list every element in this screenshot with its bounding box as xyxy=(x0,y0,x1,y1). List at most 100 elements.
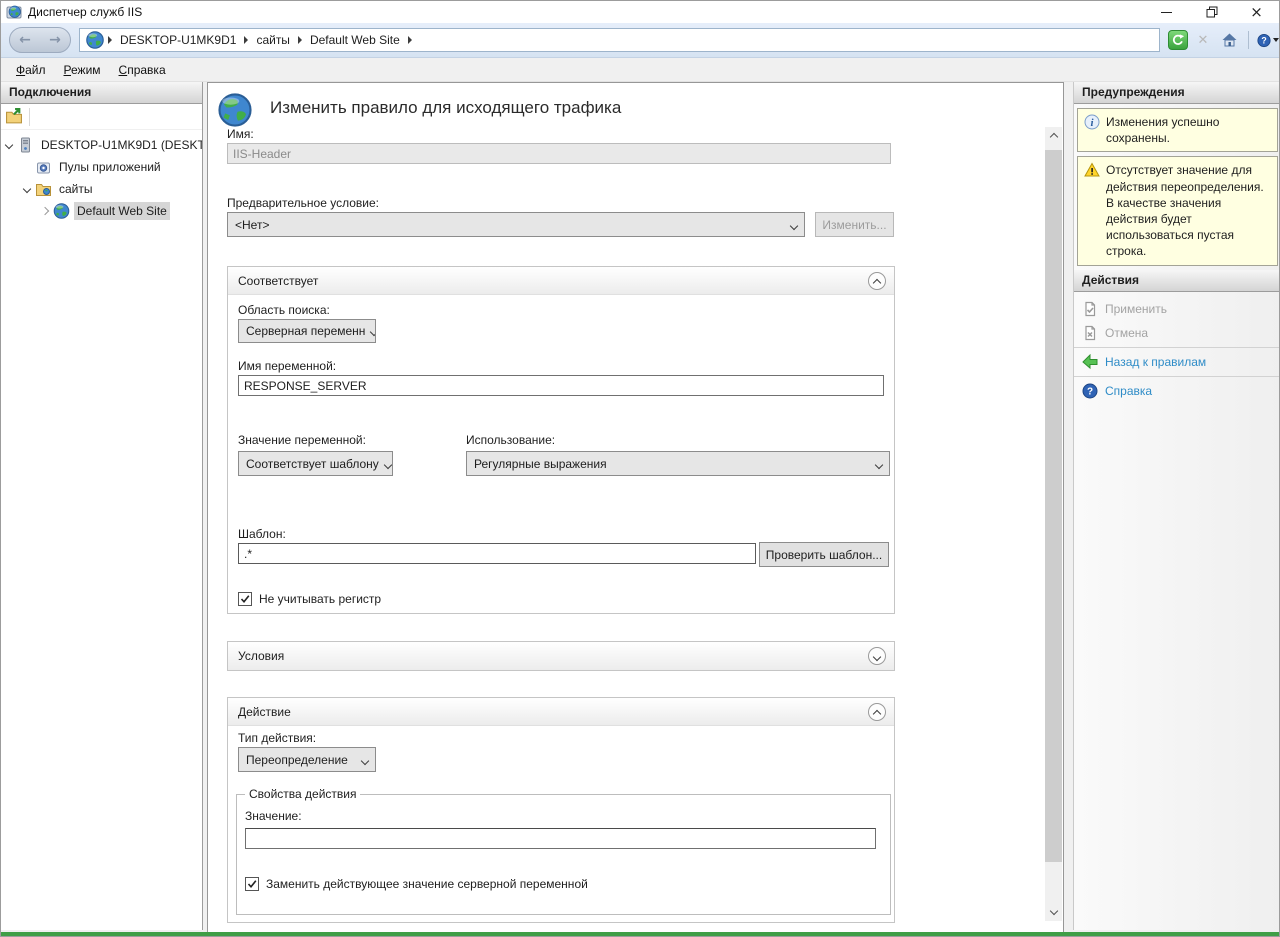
ignore-case-checkbox[interactable] xyxy=(238,592,252,606)
create-connection-icon[interactable] xyxy=(5,108,23,125)
separator xyxy=(1074,347,1280,348)
chevron-down-icon xyxy=(785,218,797,232)
tree-item-label: DESKTOP-U1MK9D1 (DESKTOI xyxy=(38,136,202,154)
chevron-down-icon[interactable] xyxy=(1,142,17,148)
action-value-input[interactable] xyxy=(245,828,876,849)
back-button[interactable]: ← xyxy=(19,32,31,48)
refresh-icon xyxy=(1171,33,1185,47)
action-properties-group: Свойства действия Значение: Заменить дей… xyxy=(236,794,891,915)
help-button[interactable]: ? xyxy=(1257,30,1279,50)
scope-select[interactable]: Серверная переменн xyxy=(238,319,376,343)
breadcrumb-default-web-site[interactable]: Default Web Site xyxy=(310,33,400,47)
scope-value: Серверная переменн xyxy=(246,324,365,338)
chevron-right-icon[interactable] xyxy=(37,208,53,214)
svg-text:?: ? xyxy=(1087,386,1093,397)
breadcrumb-sites[interactable]: сайты xyxy=(256,33,290,47)
page-title: Изменить правило для исходящего трафика xyxy=(270,98,621,118)
menu-help[interactable]: Справка xyxy=(110,60,175,80)
collapse-button[interactable] xyxy=(868,703,886,721)
scope-label: Область поиска: xyxy=(238,303,330,317)
variable-value-label: Значение переменной: xyxy=(238,433,366,447)
menu-view[interactable]: Режим xyxy=(55,60,110,80)
home-button[interactable] xyxy=(1218,30,1240,50)
tree-item-server[interactable]: DESKTOP-U1MK9D1 (DESKTOI xyxy=(1,134,202,156)
breadcrumb[interactable]: DESKTOP-U1MK9D1 сайты Default Web Site xyxy=(79,28,1160,52)
using-select[interactable]: Регулярные выражения xyxy=(466,451,890,476)
action-properties-title: Свойства действия xyxy=(245,787,360,801)
edit-outbound-rule-page: Изменить правило для исходящего трафика … xyxy=(207,82,1064,933)
chevron-down-icon xyxy=(1273,38,1279,42)
tree-item-app-pools[interactable]: Пулы приложений xyxy=(1,156,202,178)
action-section: Действие Тип действия: Переопределение С… xyxy=(227,697,895,923)
variable-name-input[interactable] xyxy=(238,375,884,396)
toolbar-separator xyxy=(1248,31,1249,49)
cancel-label: Отмена xyxy=(1105,326,1148,340)
vertical-scrollbar[interactable] xyxy=(1045,127,1062,921)
tree-item-label: Пулы приложений xyxy=(56,158,164,176)
navigation-buttons: ← → xyxy=(9,27,71,53)
conditions-section: Условия xyxy=(227,641,895,671)
separator xyxy=(1074,376,1280,377)
replace-value-row[interactable]: Заменить действующее значение серверной … xyxy=(245,877,588,891)
tree-item-default-web-site[interactable]: Default Web Site xyxy=(1,200,202,222)
back-to-rules-link[interactable]: Назад к правилам xyxy=(1074,350,1280,374)
action-section-header[interactable]: Действие xyxy=(228,698,894,726)
expand-button[interactable] xyxy=(868,647,886,665)
help-link[interactable]: ? Справка xyxy=(1074,379,1280,403)
minimize-button[interactable] xyxy=(1144,1,1189,23)
chevron-right-icon xyxy=(244,36,248,44)
connections-header: Подключения xyxy=(1,82,202,104)
warning-icon xyxy=(1084,162,1100,178)
action-type-label: Тип действия: xyxy=(238,731,316,745)
action-value-label: Значение: xyxy=(245,809,302,823)
match-section: Соответствует Область поиска: Серверная … xyxy=(227,266,895,614)
scroll-down-button[interactable] xyxy=(1045,904,1062,921)
chevron-down-icon[interactable] xyxy=(19,186,35,192)
app-pools-icon xyxy=(35,159,52,175)
scroll-up-button[interactable] xyxy=(1045,127,1062,144)
connections-tree: DESKTOP-U1MK9D1 (DESKTOI Пулы приложений xyxy=(1,130,202,222)
close-icon: × xyxy=(1250,5,1263,20)
svg-text:?: ? xyxy=(1261,35,1266,45)
sites-folder-icon xyxy=(35,181,52,197)
iis-manager-window: Диспетчер служб IIS × ← → DESKTOP-U1MK9D… xyxy=(0,0,1280,937)
replace-value-label: Заменить действующее значение серверной … xyxy=(266,877,588,891)
info-icon: i xyxy=(1084,114,1100,130)
menu-file[interactable]: Файл xyxy=(7,60,55,80)
tree-item-sites[interactable]: сайты xyxy=(1,178,202,200)
close-button[interactable]: × xyxy=(1234,1,1279,23)
address-toolbar: ✕ ? xyxy=(1168,30,1279,50)
minimize-icon xyxy=(1161,12,1172,13)
variable-name-label: Имя переменной: xyxy=(238,359,336,373)
using-label: Использование: xyxy=(466,433,555,447)
variable-value-select[interactable]: Соответствует шаблону xyxy=(238,451,393,476)
chevron-down-icon xyxy=(870,457,882,471)
chevron-down-icon xyxy=(365,324,376,338)
collapse-button[interactable] xyxy=(868,272,886,290)
precondition-value: <Нет> xyxy=(235,218,269,232)
stop-button: ✕ xyxy=(1193,30,1213,50)
forward-button[interactable]: → xyxy=(49,32,61,48)
action-section-title: Действие xyxy=(238,705,291,719)
restore-button[interactable] xyxy=(1189,1,1234,23)
action-type-select[interactable]: Переопределение xyxy=(238,747,376,772)
pattern-input[interactable] xyxy=(238,543,756,564)
chevron-down-icon xyxy=(379,457,391,471)
alert-text: Изменения успешно сохранены. xyxy=(1106,114,1271,146)
conditions-section-header[interactable]: Условия xyxy=(228,642,894,670)
scroll-thumb[interactable] xyxy=(1045,150,1062,862)
breadcrumb-server[interactable]: DESKTOP-U1MK9D1 xyxy=(120,33,236,47)
replace-value-checkbox[interactable] xyxy=(245,877,259,891)
address-bar: ← → DESKTOP-U1MK9D1 сайты Default Web Si… xyxy=(1,23,1279,58)
apply-icon xyxy=(1082,301,1098,317)
site-globe-icon xyxy=(53,203,70,219)
match-section-header[interactable]: Соответствует xyxy=(228,267,894,295)
refresh-button[interactable] xyxy=(1168,30,1188,50)
ignore-case-row[interactable]: Не учитывать регистр xyxy=(238,592,381,606)
pattern-label: Шаблон: xyxy=(238,527,286,541)
right-panel: Предупреждения i Изменения успешно сохра… xyxy=(1073,82,1280,930)
test-pattern-button[interactable]: Проверить шаблон... xyxy=(759,542,889,567)
precondition-select[interactable]: <Нет> xyxy=(227,212,805,237)
name-field xyxy=(227,143,891,164)
page-globe-icon xyxy=(218,93,252,127)
